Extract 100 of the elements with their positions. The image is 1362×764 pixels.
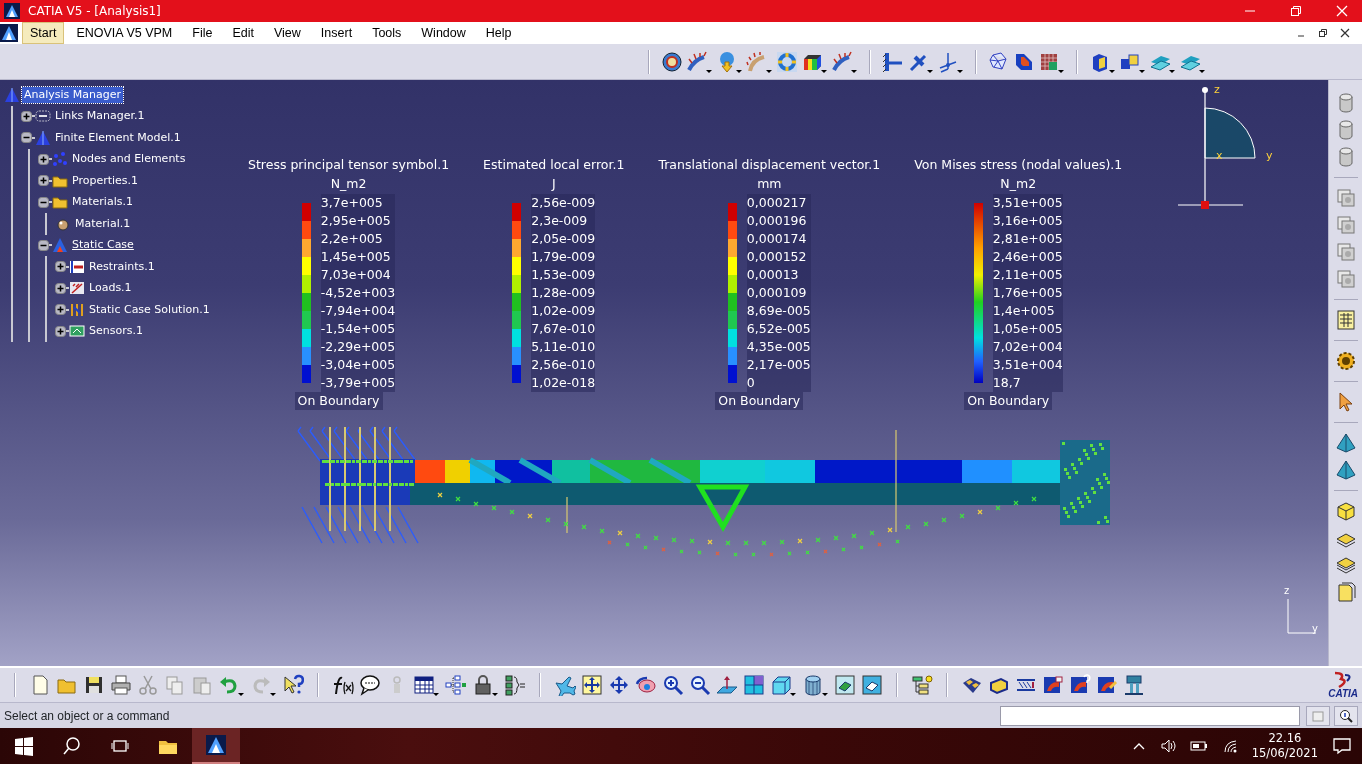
tree-item[interactable]: Finite Element Model.1 <box>53 129 183 146</box>
menu-item[interactable]: Insert <box>312 21 361 45</box>
menu-item[interactable]: View <box>266 21 309 45</box>
search-icon[interactable] <box>62 736 82 756</box>
shading-icon[interactable] <box>834 674 856 696</box>
legend-value: 1,05e+005 <box>992 319 1063 338</box>
list-icon[interactable] <box>504 674 526 696</box>
folder-icon <box>52 194 68 211</box>
formula-icon[interactable] <box>332 674 354 696</box>
normal-view-icon[interactable] <box>716 674 738 696</box>
padlock-icon[interactable] <box>472 674 499 696</box>
tree-item[interactable]: Properties.1 <box>70 172 141 189</box>
legend-footer: On Boundary <box>715 391 804 411</box>
menu-item[interactable]: File <box>184 21 221 45</box>
tree-item[interactable]: Loads.1 <box>87 280 134 297</box>
target-icon[interactable] <box>661 50 683 73</box>
clamp-icon[interactable] <box>882 50 904 73</box>
gear-icon[interactable] <box>1334 350 1357 372</box>
magnifier-icon <box>1339 709 1353 723</box>
zoom-in-icon[interactable] <box>662 674 684 696</box>
cube-icon[interactable] <box>1334 500 1357 522</box>
clock-date[interactable]: 15/06/2021 <box>1251 746 1318 761</box>
menu-item[interactable]: Window <box>413 21 474 45</box>
app-icon[interactable] <box>206 735 226 755</box>
status-message: Select an object or a command <box>4 707 171 725</box>
hierarchy-icon[interactable] <box>445 674 467 696</box>
expand-icon[interactable] <box>38 153 49 165</box>
rotate-icon[interactable] <box>635 674 657 696</box>
result-help-icon[interactable] <box>1069 674 1091 696</box>
command-input[interactable] <box>1000 705 1300 726</box>
tree-item[interactable]: Links Manager.1 <box>53 108 147 125</box>
airplane-icon[interactable] <box>554 674 576 696</box>
windows-start-icon[interactable] <box>14 736 34 756</box>
legend-title: Stress principal tensor symbol.1 <box>248 156 450 174</box>
result-icon[interactable] <box>1042 674 1064 696</box>
collapse-icon[interactable] <box>38 196 49 208</box>
tree-item[interactable]: Static Case <box>70 237 136 254</box>
clock-time[interactable]: 22.16 <box>1251 731 1318 746</box>
expand-icon[interactable] <box>21 110 32 122</box>
calculator-icon[interactable] <box>1334 309 1357 331</box>
wifi-icon[interactable] <box>1221 738 1238 754</box>
restore-icon[interactable] <box>1318 28 1328 38</box>
tree-item[interactable]: Restraints.1 <box>87 258 157 275</box>
legend-value: 2,56e-010 <box>531 355 596 374</box>
speech-bubble-icon[interactable] <box>359 674 381 696</box>
undo-icon[interactable] <box>218 674 245 696</box>
menu-item[interactable]: Start <box>22 21 65 45</box>
legend-value: 1,02e-018 <box>531 373 596 392</box>
expand-icon[interactable] <box>55 282 66 294</box>
help-icon[interactable] <box>282 674 304 696</box>
result-edit-icon[interactable] <box>1096 674 1118 696</box>
expand-icon[interactable] <box>38 175 49 187</box>
arrows-icon[interactable] <box>831 50 858 73</box>
collapse-icon[interactable] <box>21 132 32 144</box>
table-icon[interactable] <box>413 674 440 696</box>
pressure-icon[interactable] <box>746 50 773 73</box>
cylinder-icon[interactable] <box>802 674 829 696</box>
ring-icon[interactable] <box>776 50 798 73</box>
tree-item[interactable]: Material.1 <box>73 215 133 232</box>
app-icon[interactable] <box>0 24 18 42</box>
legend-value: 2,05e-009 <box>531 229 596 248</box>
save-icon[interactable] <box>83 674 105 696</box>
move-icon[interactable] <box>608 674 630 696</box>
menu-item[interactable]: Edit <box>224 21 262 45</box>
expand-icon[interactable] <box>55 304 66 316</box>
pyramid-icon[interactable] <box>1334 432 1357 454</box>
edges-icon[interactable] <box>861 674 883 696</box>
zoom-out-icon[interactable] <box>689 674 711 696</box>
menu-item[interactable]: ENOVIA V5 VPM <box>68 21 181 45</box>
menu-item[interactable]: Help <box>477 21 520 45</box>
legend-value: 2,56e-009 <box>531 193 596 212</box>
legend-value: 6,52e-005 <box>746 319 811 338</box>
machine-icon[interactable] <box>1123 674 1145 696</box>
tree-bulb-icon[interactable] <box>911 674 933 696</box>
speaker-icon[interactable] <box>1159 738 1176 754</box>
collapse-icon[interactable] <box>38 239 49 251</box>
legend-title: Von Mises stress (nodal values).1 <box>914 156 1123 174</box>
multi-view-icon[interactable] <box>743 674 765 696</box>
tree-item[interactable]: Materials.1 <box>70 194 135 211</box>
legend-value: 5,11e-010 <box>531 337 596 356</box>
tree-item[interactable]: Analysis Manager <box>22 86 124 103</box>
info-button[interactable] <box>1334 705 1358 726</box>
expand-icon[interactable] <box>55 325 66 337</box>
battery-icon[interactable] <box>1189 738 1208 754</box>
tree-item[interactable]: Nodes and Elements <box>70 151 188 168</box>
axes-icon[interactable] <box>937 50 964 73</box>
expand-icon[interactable] <box>55 261 66 273</box>
printer-icon[interactable] <box>110 674 132 696</box>
window-title: CATIA V5 - [Analysis1] <box>28 3 162 20</box>
pyramid-icon[interactable] <box>1334 459 1357 481</box>
close-icon[interactable] <box>1340 28 1350 38</box>
cube-icon[interactable] <box>770 674 797 696</box>
notification-icon[interactable] <box>1332 736 1352 756</box>
menu-item[interactable]: Tools <box>364 21 410 45</box>
axis-label: y <box>1312 622 1318 636</box>
tree-item[interactable]: Sensors.1 <box>87 323 145 340</box>
maximize-icon[interactable] <box>1290 5 1302 17</box>
tree-item[interactable]: Static Case Solution.1 <box>87 301 212 318</box>
fit-all-icon[interactable] <box>581 674 603 696</box>
arrows-icon[interactable] <box>686 50 713 73</box>
